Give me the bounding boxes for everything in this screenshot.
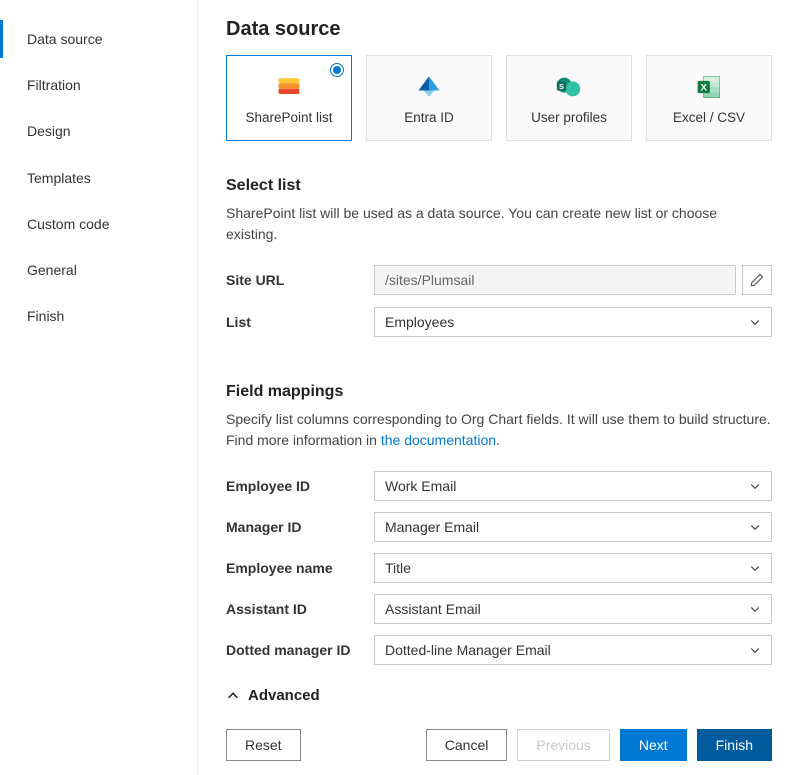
chevron-down-icon (749, 603, 761, 615)
source-card-excel[interactable]: X Excel / CSV (646, 55, 772, 141)
source-label: Entra ID (404, 110, 454, 125)
sidebar: Data source Filtration Design Templates … (0, 0, 198, 775)
previous-button: Previous (517, 729, 609, 761)
manager-id-select[interactable]: Manager Email (374, 512, 772, 542)
documentation-link[interactable]: the documentation (381, 432, 496, 448)
employee-id-value: Work Email (385, 478, 456, 494)
finish-button[interactable]: Finish (697, 729, 772, 761)
advanced-label: Advanced (248, 687, 320, 704)
source-card-user-profiles[interactable]: S User profiles (506, 55, 632, 141)
list-select-value: Employees (385, 314, 454, 330)
main-panel: Data source SharePoint list (198, 0, 800, 775)
radio-selected-icon (330, 63, 344, 77)
reset-button[interactable]: Reset (226, 729, 301, 761)
sidebar-item-custom-code[interactable]: Custom code (0, 205, 197, 243)
next-button[interactable]: Next (620, 729, 687, 761)
row-list: List Employees (226, 307, 772, 337)
sidebar-item-design[interactable]: Design (0, 112, 197, 150)
manager-id-value: Manager Email (385, 519, 479, 535)
page-title: Data source (226, 18, 772, 41)
chevron-down-icon (749, 562, 761, 574)
sidebar-item-finish[interactable]: Finish (0, 297, 197, 335)
cancel-button[interactable]: Cancel (426, 729, 508, 761)
user-profiles-icon: S (554, 72, 584, 102)
row-site-url: Site URL (226, 265, 772, 295)
svg-text:S: S (559, 81, 564, 90)
select-list-title: Select list (226, 177, 772, 195)
sidebar-item-data-source[interactable]: Data source (0, 20, 197, 58)
select-list-desc: SharePoint list will be used as a data s… (226, 203, 772, 245)
sharepoint-icon (274, 72, 304, 102)
excel-icon: X (694, 72, 724, 102)
chevron-down-icon (749, 316, 761, 328)
chevron-down-icon (749, 644, 761, 656)
field-mappings-title: Field mappings (226, 383, 772, 401)
advanced-toggle[interactable]: Advanced (226, 687, 772, 704)
source-card-entra[interactable]: Entra ID (366, 55, 492, 141)
row-manager-id: Manager ID Manager Email (226, 512, 772, 542)
row-employee-id: Employee ID Work Email (226, 471, 772, 501)
row-assistant-id: Assistant ID Assistant Email (226, 594, 772, 624)
row-employee-name: Employee name Title (226, 553, 772, 583)
employee-name-label: Employee name (226, 560, 374, 576)
source-card-sharepoint[interactable]: SharePoint list (226, 55, 352, 141)
manager-id-label: Manager ID (226, 519, 374, 535)
dotted-manager-id-value: Dotted-line Manager Email (385, 642, 551, 658)
assistant-id-label: Assistant ID (226, 601, 374, 617)
wizard-footer: Reset Cancel Previous Next Finish (226, 721, 772, 775)
source-label: User profiles (531, 110, 607, 125)
site-url-label: Site URL (226, 272, 374, 288)
field-mappings-desc-suffix: . (496, 432, 500, 448)
row-dotted-manager-id: Dotted manager ID Dotted-line Manager Em… (226, 635, 772, 665)
source-cards: SharePoint list Entra ID (226, 55, 772, 141)
employee-name-value: Title (385, 560, 411, 576)
assistant-id-select[interactable]: Assistant Email (374, 594, 772, 624)
list-label: List (226, 314, 374, 330)
site-url-input[interactable] (374, 265, 736, 295)
sidebar-item-templates[interactable]: Templates (0, 159, 197, 197)
source-label: SharePoint list (245, 110, 332, 125)
list-select[interactable]: Employees (374, 307, 772, 337)
field-mappings-desc: Specify list columns corresponding to Or… (226, 409, 772, 451)
dotted-manager-id-label: Dotted manager ID (226, 642, 374, 658)
edit-site-url-button[interactable] (742, 265, 772, 295)
sidebar-item-general[interactable]: General (0, 251, 197, 289)
svg-text:X: X (701, 82, 708, 93)
employee-name-select[interactable]: Title (374, 553, 772, 583)
employee-id-select[interactable]: Work Email (374, 471, 772, 501)
assistant-id-value: Assistant Email (385, 601, 481, 617)
dotted-manager-id-select[interactable]: Dotted-line Manager Email (374, 635, 772, 665)
pencil-icon (750, 273, 764, 287)
chevron-up-icon (226, 689, 240, 703)
source-label: Excel / CSV (673, 110, 745, 125)
chevron-down-icon (749, 521, 761, 533)
entra-icon (414, 72, 444, 102)
employee-id-label: Employee ID (226, 478, 374, 494)
chevron-down-icon (749, 480, 761, 492)
sidebar-item-filtration[interactable]: Filtration (0, 66, 197, 104)
